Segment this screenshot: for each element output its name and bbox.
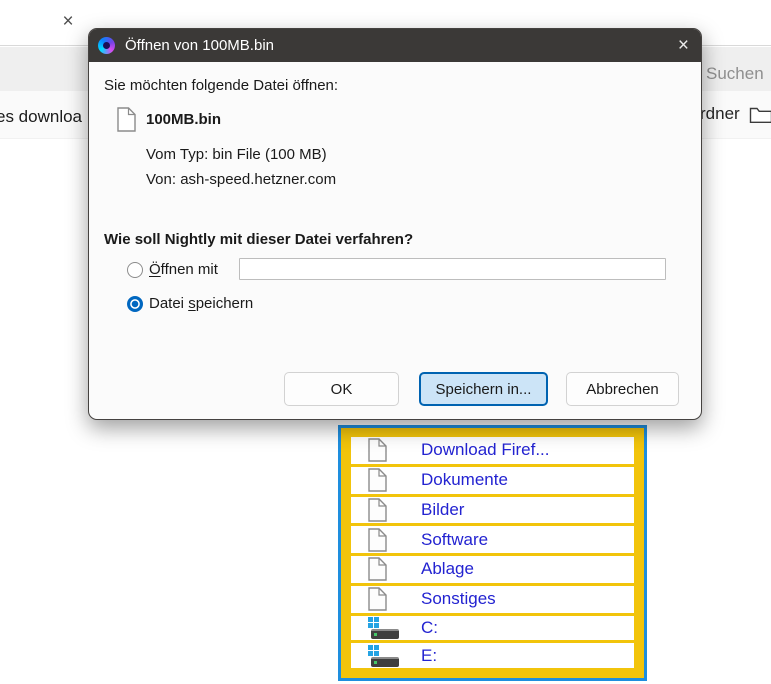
document-icon [351,527,421,552]
file-type-line: Vom Typ: bin File (100 MB) [146,146,327,163]
dialog-intro-text: Sie möchten folgende Datei öffnen: [104,77,339,94]
menu-item-label: Ablage [421,559,474,579]
menu-item-sonstiges[interactable]: Sonstiges [351,585,634,613]
menu-item-label: C: [421,617,438,637]
save-file-radio[interactable] [127,296,143,312]
open-with-label[interactable]: Öffnen mit [149,261,218,278]
open-with-combobox[interactable] [239,258,666,280]
new-folder-button[interactable]: rdner [700,104,771,124]
file-icon [117,107,136,137]
menu-item-download-firefox[interactable]: Download Firef... [351,437,634,464]
menu-item-label: Sonstiges [421,589,496,609]
document-icon [351,587,421,611]
menu-item-drive-e[interactable]: E: [351,643,634,668]
menu-item-drive-c[interactable]: C: [351,615,634,641]
menu-item-label: Dokumente [421,470,508,490]
menu-item-label: Software [421,529,489,549]
open-with-radio[interactable] [127,262,143,278]
menu-item-label: Bilder [421,499,465,519]
search-input[interactable]: Suchen [706,64,764,84]
menu-item-label: E: [421,645,438,665]
drive-icon [351,616,421,639]
save-file-label[interactable]: Datei speichern [149,295,253,312]
open-with-accesskey: Ö [149,261,161,278]
tab-close-icon[interactable]: × [57,10,79,34]
folder-icon [749,105,771,124]
save-file-label-pre: Datei [149,295,189,312]
drive-icon [351,644,421,667]
save-file-label-rest: peichern [195,295,254,312]
menu-item-dokumente[interactable]: Dokumente [351,466,634,494]
document-icon [351,498,421,522]
new-folder-label: rdner [700,104,740,123]
document-icon [351,438,421,463]
menu-item-bilder[interactable]: Bilder [351,496,634,524]
document-icon [351,557,421,582]
dialog-titlebar: Öffnen von 100MB.bin × [89,29,701,62]
dialog-close-icon[interactable]: × [678,36,689,55]
download-dialog: Öffnen von 100MB.bin × Sie möchten folge… [88,28,702,420]
ok-button[interactable]: OK [284,372,399,406]
document-icon [351,468,421,492]
cancel-button[interactable]: Abbrechen [566,372,679,406]
open-with-label-rest: ffnen mit [160,261,218,278]
menu-item-ablage[interactable]: Ablage [351,556,634,583]
save-destination-menu: Download Firef... Dokumente Bilder Softw… [338,425,647,681]
menu-item-software[interactable]: Software [351,526,634,553]
file-source-line: Von: ash-speed.hetzner.com [146,171,337,188]
save-in-button[interactable]: Speichern in... [419,372,548,406]
partial-page-text: es downloa [0,107,83,126]
dialog-question: Wie soll Nightly mit dieser Datei verfah… [104,231,414,248]
menu-item-label: Download Firef... [421,440,550,460]
file-name: 100MB.bin [146,111,222,128]
firefox-nightly-icon [98,37,115,54]
dialog-title: Öffnen von 100MB.bin [125,37,274,54]
save-file-accesskey: s [188,295,196,312]
